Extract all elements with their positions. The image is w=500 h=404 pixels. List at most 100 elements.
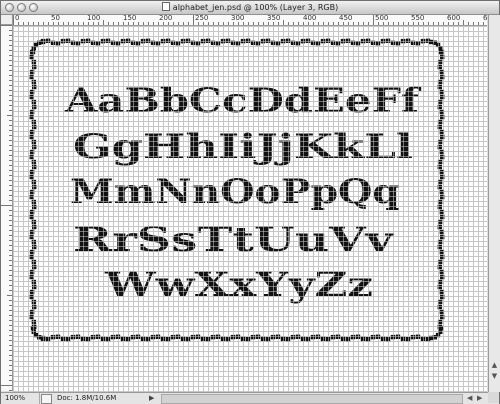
ruler-origin[interactable] (1, 15, 13, 25)
ruler-tick (9, 215, 12, 216)
ruler-tick (288, 22, 289, 25)
ruler-tick (9, 100, 12, 101)
ruler-tick (38, 22, 39, 25)
ruler-label: 100 (87, 15, 101, 22)
arrow-left-icon[interactable]: ◀ (467, 393, 472, 404)
ruler-tick (9, 275, 12, 276)
ruler-tick (9, 350, 12, 351)
ruler-tick (9, 110, 12, 111)
ruler-tick (7, 295, 12, 296)
ruler-tick (193, 15, 194, 25)
ruler-tick (9, 160, 12, 161)
ruler-tick (9, 150, 12, 151)
ruler-tick (258, 22, 259, 25)
ruler-tick (448, 22, 449, 25)
ruler-tick (9, 190, 12, 191)
ruler-tick (358, 22, 359, 25)
ruler-tick (233, 22, 234, 25)
ruler-tick (213, 22, 214, 25)
ruler-tick (178, 22, 179, 25)
ruler-tick (9, 235, 12, 236)
ruler-tick (9, 170, 12, 171)
ruler-tick (163, 22, 164, 25)
ruler-tick (9, 65, 12, 66)
ruler-tick (333, 22, 334, 25)
title-bar[interactable]: alphabet_jen.psd @ 100% (Layer 3, RGB) (1, 1, 499, 15)
vertical-ruler[interactable] (1, 25, 13, 391)
ruler-tick (378, 22, 379, 25)
ruler-tick (188, 22, 189, 25)
ruler-tick (318, 22, 319, 25)
ruler-tick (28, 22, 29, 25)
ruler-tick (9, 240, 12, 241)
ruler-tick (9, 140, 12, 141)
ruler-tick (418, 22, 419, 25)
ruler-tick (9, 105, 12, 106)
ruler-tick (393, 22, 394, 25)
document-window: alphabet_jen.psd @ 100% (Layer 3, RGB) 0… (0, 0, 500, 404)
ruler-tick (138, 22, 139, 25)
ruler-tick (9, 75, 12, 76)
vertical-scrollbar[interactable]: ▲ ▼ (488, 15, 500, 392)
image-canvas[interactable]: AaBbCcDdEeFfGgHhIiJjKkLlMmNnOoPpQqRrSsTt… (13, 26, 487, 392)
ruler-tick (9, 70, 12, 71)
ruler-tick (338, 22, 339, 25)
ruler-tick (9, 300, 12, 301)
ruler-tick (9, 250, 12, 251)
arrow-down-icon[interactable]: ▼ (490, 372, 499, 381)
ruler-tick (9, 200, 12, 201)
ruler-label: 200 (159, 15, 173, 22)
ruler-tick (348, 22, 349, 25)
horizontal-ruler[interactable]: 0 50 100 150 200 250 300 350 400 450 500 550 600 650 (13, 15, 487, 26)
ruler-tick (273, 22, 274, 25)
ruler-label: 350 (267, 15, 281, 22)
ruler-tick (368, 22, 369, 25)
ruler-tick (9, 130, 12, 131)
ruler-tick (9, 195, 12, 196)
ruler-tick (198, 22, 199, 25)
resize-grip[interactable] (488, 392, 499, 403)
ruler-tick (83, 22, 84, 25)
ruler-tick (388, 22, 389, 25)
ruler-tick (323, 22, 324, 25)
ruler-label: 500 (375, 15, 389, 22)
ruler-tick (453, 22, 454, 25)
ruler-tick (373, 15, 374, 25)
ruler-tick (153, 22, 154, 25)
ruler-tick (363, 22, 364, 25)
arrow-up-icon[interactable]: ▲ (490, 361, 499, 370)
ruler-tick (23, 22, 24, 25)
ruler-tick (413, 22, 414, 25)
ruler-tick (9, 380, 12, 381)
ruler-tick (9, 365, 12, 366)
ruler-tick (9, 95, 12, 96)
ruler-tick (443, 22, 444, 25)
ruler-tick (128, 22, 129, 25)
ruler-tick (478, 22, 479, 25)
status-toggle-icon[interactable] (41, 394, 52, 404)
ruler-tick (9, 315, 12, 316)
ruler-tick (108, 22, 109, 25)
horizontal-scrollbar[interactable] (161, 394, 463, 404)
ruler-tick (9, 135, 12, 136)
ruler-tick (113, 22, 114, 25)
ruler-tick (58, 22, 59, 25)
ruler-tick (9, 50, 12, 51)
ruler-tick (238, 22, 239, 25)
ruler-tick (428, 22, 429, 25)
ruler-tick (9, 30, 12, 31)
triangle-right-icon[interactable]: ▶ (149, 393, 154, 404)
ruler-tick (98, 22, 99, 25)
ruler-tick (383, 22, 384, 25)
ruler-tick (9, 165, 12, 166)
ruler-tick (43, 22, 44, 25)
ruler-tick (9, 340, 12, 341)
zoom-level[interactable]: 100% (5, 393, 40, 404)
ruler-tick (48, 22, 49, 25)
ruler-tick (278, 22, 279, 25)
ruler-label: 450 (339, 15, 353, 22)
ruler-tick (1, 25, 12, 26)
ruler-tick (208, 22, 209, 25)
ruler-tick (9, 175, 12, 176)
arrow-right-icon[interactable]: ▶ (477, 393, 482, 404)
